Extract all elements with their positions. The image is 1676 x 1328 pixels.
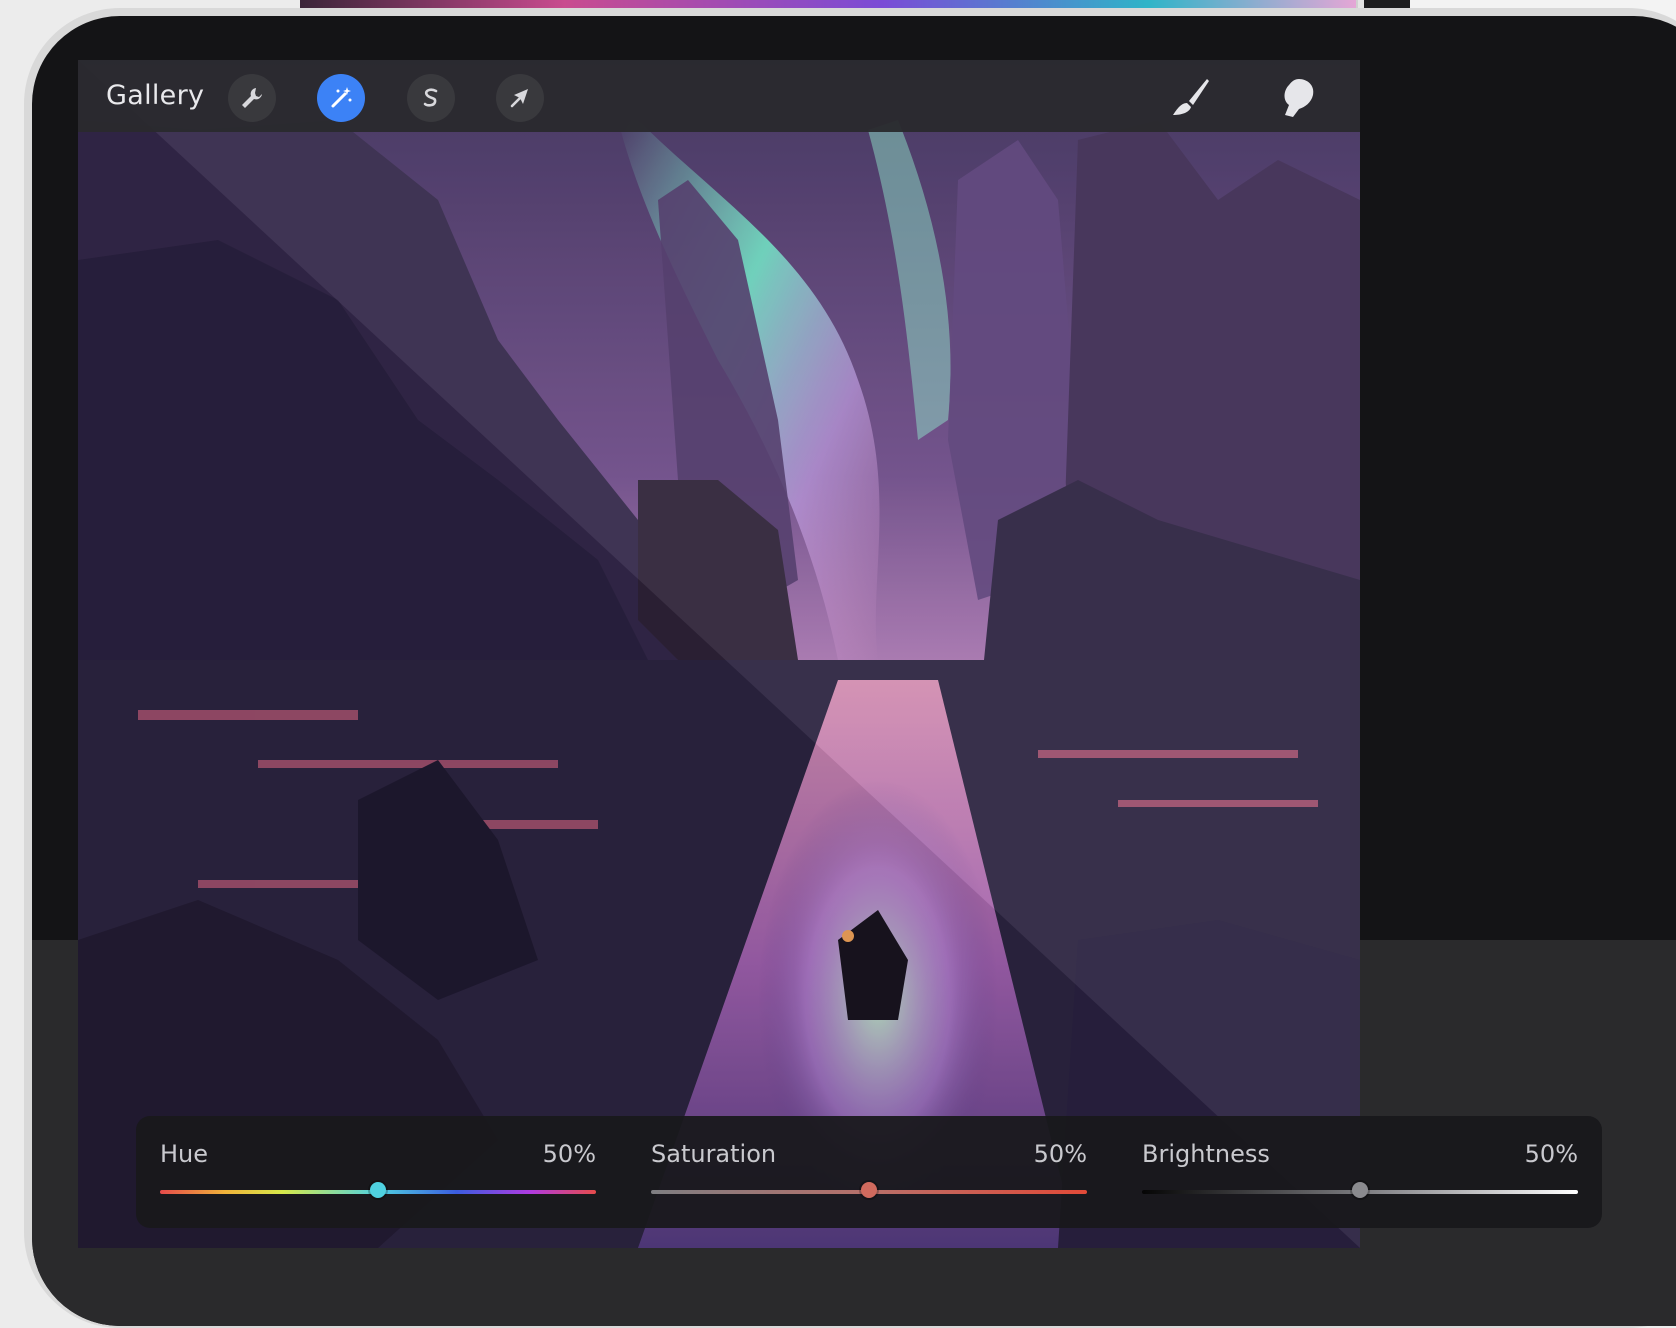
- hue-label: Hue: [160, 1140, 209, 1168]
- wrench-icon: [242, 88, 262, 108]
- hue-slider[interactable]: Hue 50%: [160, 1140, 596, 1210]
- smudge-finger-icon: [1284, 79, 1314, 117]
- gallery-button[interactable]: Gallery: [106, 80, 204, 111]
- adjustments-button[interactable]: [317, 74, 365, 122]
- brush-button[interactable]: [1164, 72, 1216, 124]
- brightness-slider[interactable]: Brightness 50%: [1142, 1140, 1578, 1210]
- paintbrush-icon: [1173, 79, 1209, 115]
- saturation-thumb[interactable]: [861, 1182, 877, 1198]
- hue-thumb[interactable]: [370, 1182, 386, 1198]
- selection-button[interactable]: [407, 74, 455, 122]
- brightness-label: Brightness: [1142, 1140, 1270, 1168]
- hue-value: 50%: [542, 1140, 596, 1168]
- brightness-value: 50%: [1524, 1140, 1578, 1168]
- selection-s-icon: [423, 88, 438, 107]
- canvas-artwork[interactable]: [78, 60, 1360, 1248]
- saturation-label: Saturation: [651, 1140, 777, 1168]
- magic-wand-icon: [331, 87, 352, 108]
- saturation-value: 50%: [1033, 1140, 1087, 1168]
- actions-button[interactable]: [228, 74, 276, 122]
- brightness-thumb[interactable]: [1352, 1182, 1368, 1198]
- arrow-cursor-icon: [510, 89, 528, 108]
- transform-button[interactable]: [496, 74, 544, 122]
- smudge-button[interactable]: [1272, 72, 1324, 124]
- saturation-slider[interactable]: Saturation 50%: [651, 1140, 1087, 1210]
